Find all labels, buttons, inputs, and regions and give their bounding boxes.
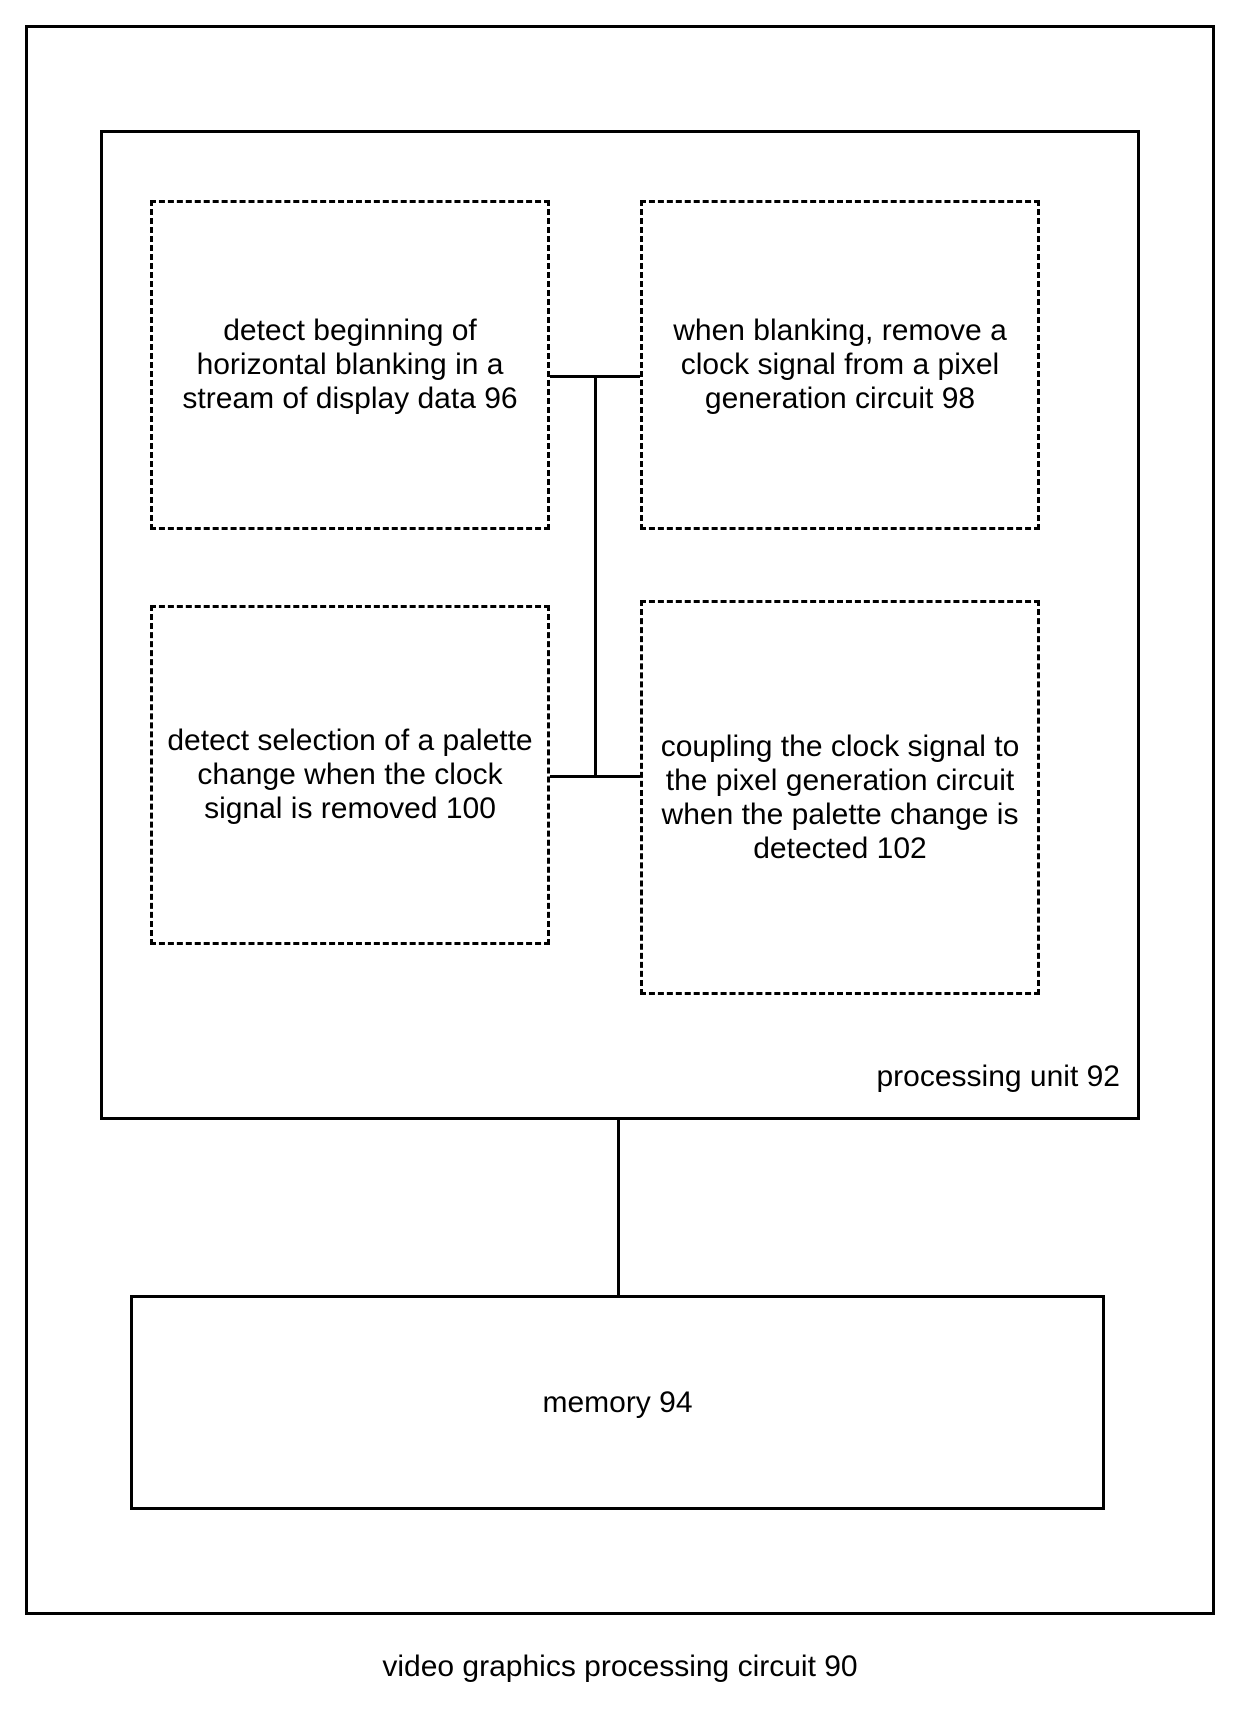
step-box-102: coupling the clock signal to the pixel g… bbox=[640, 600, 1040, 995]
figure-caption: video graphics processing circuit 90 bbox=[0, 1650, 1240, 1684]
step-box-96: detect beginning of horizontal blanking … bbox=[150, 200, 550, 530]
step-box-100: detect selection of a palette change whe… bbox=[150, 605, 550, 945]
memory-label: memory 94 bbox=[542, 1386, 692, 1420]
step-text: when blanking, remove a clock signal fro… bbox=[653, 314, 1027, 416]
connector-pu-memory bbox=[617, 1120, 620, 1298]
step-text: detect beginning of horizontal blanking … bbox=[163, 314, 537, 416]
step-text: coupling the clock signal to the pixel g… bbox=[653, 730, 1027, 866]
connector-vertical-t bbox=[594, 375, 597, 777]
memory-box: memory 94 bbox=[130, 1295, 1105, 1510]
diagram-canvas: processing unit 92 detect beginning of h… bbox=[0, 0, 1240, 1710]
step-box-98: when blanking, remove a clock signal fro… bbox=[640, 200, 1040, 530]
step-text: detect selection of a palette change whe… bbox=[163, 724, 537, 826]
processing-unit-label: processing unit 92 bbox=[877, 1060, 1121, 1094]
